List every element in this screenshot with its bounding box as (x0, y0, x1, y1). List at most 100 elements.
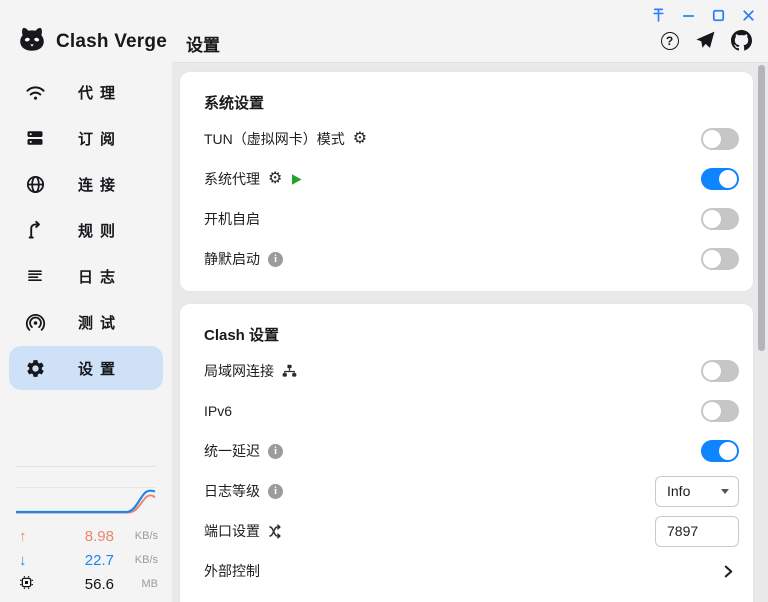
log-level-value: Info (667, 483, 690, 499)
section-title: 系统设置 (204, 92, 739, 113)
setting-row-lan: 局域网连接 (204, 351, 739, 391)
sidebar: Clash Verge 代理 (0, 0, 172, 602)
setting-row-tun: TUN（虚拟网卡）模式 ⚙ (204, 119, 739, 159)
setting-row-unified-delay: 统一延迟 i (204, 431, 739, 471)
unified-delay-toggle[interactable] (701, 440, 739, 462)
setting-label: TUN（虚拟网卡）模式 (204, 129, 345, 149)
divider (16, 466, 156, 467)
logs-lines-icon (24, 265, 46, 287)
page-title: 设置 (186, 31, 220, 56)
section-title: Clash 设置 (204, 324, 739, 345)
download-speed: 22.7 (37, 552, 114, 569)
sidebar-item-label: 设置 (78, 358, 122, 379)
traffic-graph (16, 487, 156, 520)
setting-label: 局域网连接 (204, 361, 274, 381)
setting-row-port: 端口设置 (204, 511, 739, 551)
clash-verge-window: Clash Verge 代理 (0, 0, 768, 602)
sidebar-item-label: 代理 (78, 82, 122, 103)
setting-label: 日志等级 (204, 481, 260, 501)
clash-settings-card: Clash 设置 局域网连接 (180, 304, 753, 602)
cat-logo-icon (17, 26, 47, 58)
sidebar-item-connections[interactable]: 连接 (9, 162, 163, 206)
sidebar-item-settings[interactable]: 设置 (9, 346, 163, 390)
setting-label: 外部控制 (204, 561, 260, 581)
setting-label: IPv6 (204, 403, 232, 419)
pin-button[interactable] (643, 3, 673, 27)
memory-unit: MB (114, 578, 158, 590)
setting-label: 系统代理 (204, 169, 260, 189)
sidebar-item-label: 日志 (78, 266, 122, 287)
sidebar-item-proxy[interactable]: 代理 (9, 70, 163, 114)
info-icon[interactable]: i (268, 252, 283, 267)
lan-icon[interactable] (282, 364, 297, 378)
sidebar-traffic-panel: ↑ 8.98 KB/s ↓ 22.7 KB/s 56.6 MB (0, 466, 172, 596)
subscription-icon (24, 127, 46, 149)
traffic-up-row: ↑ 8.98 KB/s (0, 524, 172, 548)
memory-row[interactable]: 56.6 MB (0, 572, 172, 596)
content-scroll-area[interactable]: 系统设置 TUN（虚拟网卡）模式 ⚙ 系统代理 ⚙ (172, 63, 768, 602)
brand-name: Clash Verge (56, 31, 167, 53)
setting-row-autostart: 开机自启 (204, 199, 739, 239)
setting-row-silent-start: 静默启动 i (204, 239, 739, 279)
test-radar-icon (24, 311, 46, 333)
sidebar-item-test[interactable]: 测试 (9, 300, 163, 344)
shuffle-icon[interactable] (268, 524, 283, 539)
memory-chip-icon (19, 575, 37, 594)
window-controls (643, 3, 763, 27)
github-icon[interactable] (731, 30, 752, 51)
chevron-right-icon[interactable] (717, 560, 739, 582)
setting-row-external-control[interactable]: 外部控制 (204, 551, 739, 591)
setting-row-log-level: 日志等级 i Info (204, 471, 739, 511)
arrow-up-icon: ↑ (19, 528, 37, 545)
sidebar-item-label: 规则 (78, 220, 122, 241)
system-proxy-toggle[interactable] (701, 168, 739, 190)
setting-label: 统一延迟 (204, 441, 260, 461)
tun-toggle[interactable] (701, 128, 739, 150)
sidebar-item-subscription[interactable]: 订阅 (9, 116, 163, 160)
setting-label: 端口设置 (204, 521, 260, 541)
download-unit: KB/s (114, 554, 158, 566)
caret-down-icon (721, 489, 729, 494)
port-input[interactable] (655, 516, 739, 547)
close-button[interactable] (733, 3, 763, 27)
globe-icon (24, 173, 46, 195)
upload-speed: 8.98 (37, 528, 114, 545)
arrow-down-icon: ↓ (19, 552, 37, 569)
sidebar-item-logs[interactable]: 日志 (9, 254, 163, 298)
sidebar-item-label: 连接 (78, 174, 122, 195)
scrollbar-thumb[interactable] (758, 65, 765, 351)
info-icon[interactable]: i (268, 484, 283, 499)
header-icons: ? (659, 30, 752, 51)
maximize-button[interactable] (703, 3, 733, 27)
setting-label: 开机自启 (204, 209, 260, 229)
setting-row-web-ui[interactable]: 网页界面 (204, 591, 739, 602)
system-settings-card: 系统设置 TUN（虚拟网卡）模式 ⚙ 系统代理 ⚙ (180, 72, 753, 291)
memory-value: 56.6 (37, 576, 114, 593)
silent-start-toggle[interactable] (701, 248, 739, 270)
play-icon[interactable] (290, 173, 303, 186)
gear-icon (24, 357, 46, 379)
rules-route-icon (24, 219, 46, 241)
traffic-down-row: ↓ 22.7 KB/s (0, 548, 172, 572)
info-icon[interactable]: i (268, 444, 283, 459)
telegram-icon[interactable] (695, 30, 716, 51)
autostart-toggle[interactable] (701, 208, 739, 230)
wifi-icon (24, 81, 46, 103)
sidebar-nav: 代理 订阅 (0, 70, 172, 390)
main-panel: 设置 ? 系统设置 TUN（虚拟网卡） (172, 0, 768, 602)
ipv6-toggle[interactable] (701, 400, 739, 422)
minimize-button[interactable] (673, 3, 703, 27)
brand: Clash Verge (0, 0, 172, 58)
setting-label: 静默启动 (204, 249, 260, 269)
gear-icon[interactable]: ⚙ (353, 131, 367, 147)
gear-icon[interactable]: ⚙ (268, 171, 282, 187)
sidebar-item-label: 订阅 (78, 128, 122, 149)
log-level-select[interactable]: Info (655, 476, 739, 507)
help-icon[interactable]: ? (659, 30, 680, 51)
setting-row-ipv6: IPv6 (204, 391, 739, 431)
sidebar-item-label: 测试 (78, 312, 122, 333)
setting-row-system-proxy: 系统代理 ⚙ (204, 159, 739, 199)
lan-toggle[interactable] (701, 360, 739, 382)
sidebar-item-rules[interactable]: 规则 (9, 208, 163, 252)
upload-unit: KB/s (114, 530, 158, 542)
